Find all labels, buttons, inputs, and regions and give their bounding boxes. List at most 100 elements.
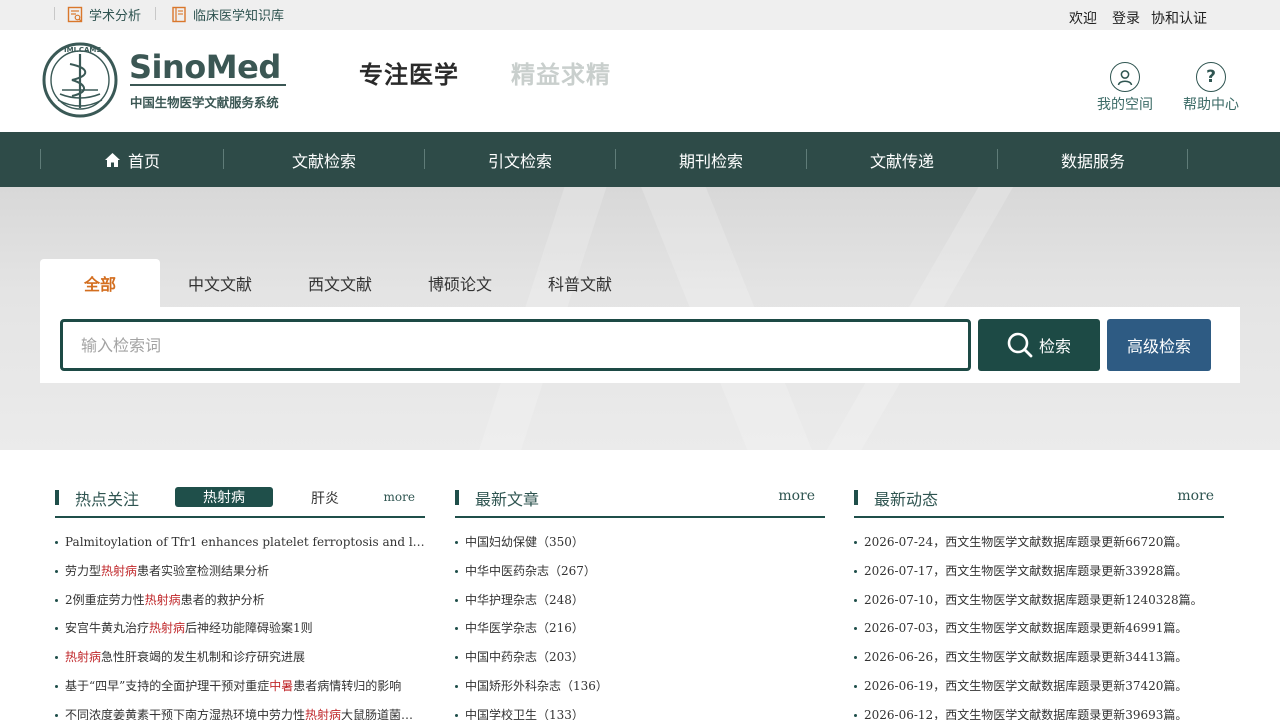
latest-news-panel: 最新动态 more 2026-07-24，西文生物医学文献数据库题录更新6672… (854, 486, 1224, 720)
nav-item-citation-search[interactable]: 引文检索 (425, 132, 615, 187)
nav-item-label: 期刊检索 (678, 151, 743, 171)
tab-chinese-literature[interactable]: 中文文献 (160, 259, 280, 307)
user-icon (1110, 62, 1140, 92)
list-item[interactable]: 中国矫形外科杂志（136） (455, 676, 825, 705)
list-item[interactable]: 2026-06-19，西文生物医学文献数据库题录更新37420篇。 (854, 676, 1224, 705)
divider (54, 7, 55, 20)
list-item[interactable]: Palmitoylation of Tfr1 enhances platelet… (55, 532, 425, 561)
latest-news-list: 2026-07-24，西文生物医学文献数据库题录更新66720篇。 2026-0… (854, 532, 1224, 720)
hot-topics-panel: 热点关注 热射病 肝炎 more Palmitoylation of Tfr1 … (55, 486, 425, 720)
slogan-primary: 专注医学 (359, 61, 459, 89)
item-text: Palmitoylation of Tfr1 enhances platelet… (65, 535, 425, 549)
panel-header: 最新动态 more (854, 486, 1224, 518)
nav-divider (1187, 149, 1188, 169)
list-item[interactable]: 中华护理杂志（248） (455, 590, 825, 619)
item-text: 大鼠肠道菌群的变化 (341, 707, 425, 720)
list-item[interactable]: 2026-07-17，西文生物医学文献数据库题录更新33928篇。 (854, 561, 1224, 590)
question-icon: ? (1196, 62, 1226, 92)
topic-tab-active[interactable]: 热射病 (175, 487, 273, 507)
keyword-highlight: 热射病 (144, 592, 181, 607)
logo-text: SinoMed (129, 48, 281, 86)
help-center-label: 帮助中心 (1183, 97, 1239, 113)
panel-header: 热点关注 热射病 肝炎 more (55, 486, 425, 518)
list-item[interactable]: 2026-06-26，西文生物医学文献数据库题录更新34413篇。 (854, 647, 1224, 676)
title-bar-marker (455, 490, 459, 505)
search-hero: 全部 中文文献 西文文献 博硕论文 科普文献 检索 高级检索 (0, 187, 1280, 450)
search-button-label: 检索 (1038, 337, 1071, 356)
topic-tab-hepatitis[interactable]: 肝炎 (311, 488, 339, 508)
list-item[interactable]: 中华医学杂志（216） (455, 618, 825, 647)
chart-doc-icon (67, 6, 83, 23)
item-text: 劳力型 (65, 563, 102, 578)
tab-western-literature[interactable]: 西文文献 (280, 259, 400, 307)
site-header: IMI.CAMS SinoMed 中国生物医学文献服务系统 专注医学 精益求精 … (0, 30, 1280, 132)
panel-header: 最新文章 more (455, 486, 825, 518)
nav-item-label: 文献传递 (869, 151, 934, 171)
login-link[interactable]: 登录 (1112, 8, 1140, 28)
main-nav: 首页 文献检索 引文检索 期刊检索 文献传递 数据服务 (0, 132, 1280, 187)
logo-seal-text: IMI.CAMS (64, 46, 101, 54)
tab-popular-science[interactable]: 科普文献 (520, 259, 640, 307)
nav-item-label: 文献检索 (291, 151, 356, 171)
help-center-button[interactable]: ? 帮助中心 (1176, 62, 1246, 114)
list-item[interactable]: 安宫牛黄丸治疗热射病后神经功能障碍验案1则 (55, 618, 425, 647)
item-text: 安宫牛黄丸治疗 (65, 621, 150, 636)
list-item[interactable]: 中国中药杂志（203） (455, 647, 825, 676)
academic-analysis-label: 学术分析 (89, 8, 142, 24)
advanced-search-button[interactable]: 高级检索 (1107, 319, 1211, 371)
nav-item-label: 引文检索 (487, 151, 552, 171)
my-space-button[interactable]: 我的空间 (1090, 62, 1160, 114)
top-bar: 学术分析 临床医学知识库 欢迎 登录 协和认证 (0, 0, 1280, 30)
latest-articles-panel: 最新文章 more 中国妇幼保健（350） 中华中医药杂志（267） 中华护理杂… (455, 486, 825, 720)
more-link[interactable]: more (778, 488, 815, 504)
list-item[interactable]: 2026-07-03，西文生物医学文献数据库题录更新46991篇。 (854, 618, 1224, 647)
item-text: 后神经功能障碍验案1则 (185, 621, 313, 636)
list-item[interactable]: 中国妇幼保健（350） (455, 532, 825, 561)
sinomed-logo[interactable]: IMI.CAMS SinoMed 中国生物医学文献服务系统 (40, 40, 290, 120)
clinical-knowledge-label: 临床医学知识库 (193, 8, 285, 24)
search-input[interactable] (60, 319, 971, 371)
list-item[interactable]: 劳力型热射病患者实验室检测结果分析 (55, 561, 425, 590)
more-link[interactable]: more (384, 490, 415, 504)
title-bar-marker (55, 490, 59, 505)
list-item[interactable]: 中华中医药杂志（267） (455, 561, 825, 590)
list-item[interactable]: 2026-07-10，西文生物医学文献数据库题录更新1240328篇。 (854, 590, 1224, 619)
academic-analysis-link[interactable]: 学术分析 (67, 4, 141, 24)
nav-item-journal-search[interactable]: 期刊检索 (616, 132, 806, 187)
keyword-highlight: 热射病 (101, 563, 138, 578)
item-text: 患者的救护分析 (180, 592, 265, 607)
list-item[interactable]: 2例重症劳力性热射病患者的救护分析 (55, 590, 425, 619)
list-item[interactable]: 2026-07-24，西文生物医学文献数据库题录更新66720篇。 (854, 532, 1224, 561)
home-icon (104, 152, 121, 168)
tab-all[interactable]: 全部 (40, 259, 160, 307)
nav-item-data-services[interactable]: 数据服务 (998, 132, 1188, 187)
search-button[interactable]: 检索 (978, 319, 1100, 371)
list-item[interactable]: 不同浓度姜黄素干预下南方湿热环境中劳力性热射病大鼠肠道菌群的变化 (55, 705, 425, 720)
keyword-highlight: 中暑 (269, 678, 294, 693)
tab-dissertations[interactable]: 博硕论文 (400, 259, 520, 307)
nav-item-literature-search[interactable]: 文献检索 (224, 132, 424, 187)
latest-articles-list: 中国妇幼保健（350） 中华中医药杂志（267） 中华护理杂志（248） 中华医… (455, 532, 825, 720)
hot-topics-list: Palmitoylation of Tfr1 enhances platelet… (55, 532, 425, 720)
panel-title: 热点关注 (75, 490, 140, 509)
pumc-auth-link[interactable]: 协和认证 (1151, 8, 1207, 28)
item-text: 患者实验室检测结果分析 (137, 563, 270, 578)
slogan-secondary: 精益求精 (511, 61, 611, 89)
list-item[interactable]: 中国学校卫生（133） (455, 705, 825, 720)
item-text: 基于“四早”支持的全面护理干预对重症 (65, 678, 270, 693)
list-item[interactable]: 基于“四早”支持的全面护理干预对重症中暑患者病情转归的影响 (55, 676, 425, 705)
list-item[interactable]: 热射病急性肝衰竭的发生机制和诊疗研究进展 (55, 647, 425, 676)
panel-title: 最新文章 (475, 490, 540, 509)
book-icon (171, 6, 187, 23)
search-tabs: 全部 中文文献 西文文献 博硕论文 科普文献 (40, 259, 640, 307)
search-icon (1007, 332, 1033, 358)
more-link[interactable]: more (1177, 488, 1214, 504)
search-box: 检索 高级检索 (40, 307, 1240, 383)
keyword-highlight: 热射病 (65, 650, 102, 665)
nav-item-document-delivery[interactable]: 文献传递 (807, 132, 997, 187)
list-item[interactable]: 2026-06-12，西文生物医学文献数据库题录更新39693篇。 (854, 705, 1224, 720)
divider (155, 7, 156, 20)
nav-item-home[interactable]: 首页 (41, 132, 223, 187)
nav-item-label: 数据服务 (1060, 151, 1125, 171)
clinical-knowledge-link[interactable]: 临床医学知识库 (171, 4, 284, 24)
